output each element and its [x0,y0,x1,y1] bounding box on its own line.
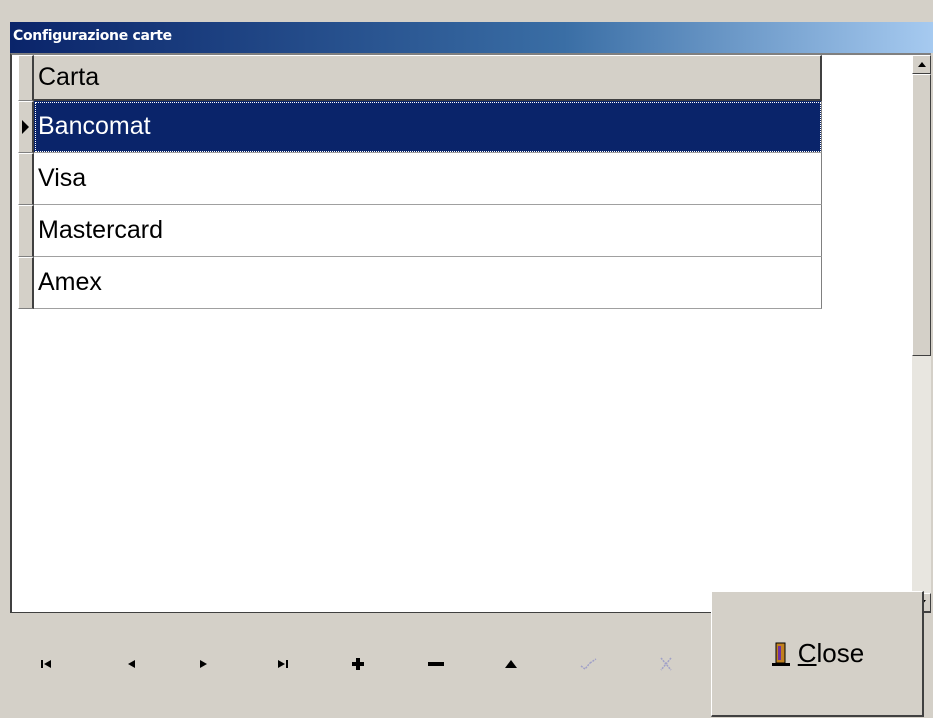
prior-record-button[interactable] [111,644,151,684]
vertical-scrollbar[interactable] [912,55,931,612]
db-navigator [10,614,710,718]
first-record-button[interactable] [27,644,67,684]
row-indicator[interactable] [18,257,34,309]
title-bar: Configurazione carte [10,22,933,53]
current-row-arrow-icon [22,120,29,134]
close-button[interactable]: Close [711,591,924,717]
table-cell[interactable]: Visa [34,153,822,205]
table-row[interactable]: Bancomat [18,101,822,153]
row-indicator[interactable] [18,101,34,153]
check-icon [580,658,597,670]
scroll-up-button[interactable] [912,55,931,74]
window-title: Configurazione carte [13,28,172,44]
close-button-label: Close [797,638,865,668]
delete-record-button[interactable] [416,644,456,684]
scroll-thumb[interactable] [912,74,931,356]
post-record-button[interactable] [569,644,609,684]
table-cell[interactable]: Mastercard [34,205,822,257]
column-header-carta[interactable]: Carta [34,55,822,101]
row-indicator[interactable] [18,205,34,257]
cancel-record-button[interactable] [646,644,686,684]
next-record-button[interactable] [184,644,224,684]
last-icon [278,660,288,668]
header-indicator [18,55,34,101]
grid-header-row: Carta [18,55,822,101]
cancel-x-icon [660,657,672,671]
scroll-up-icon [917,62,926,67]
table-cell[interactable]: Amex [34,257,822,309]
edit-record-button[interactable] [491,644,531,684]
table-cell[interactable]: Bancomat [34,101,822,153]
table-row[interactable]: Visa [18,153,822,205]
cards-grid[interactable]: Carta Bancomat Visa Mastercard Amex [10,53,931,613]
table-row[interactable]: Mastercard [18,205,822,257]
card-config-window: Configurazione carte Carta Bancomat Visa… [10,22,933,718]
row-indicator[interactable] [18,153,34,205]
grid-table: Carta Bancomat Visa Mastercard Amex [18,55,822,309]
prior-icon [128,660,135,668]
plus-icon [352,658,364,670]
table-row[interactable]: Amex [18,257,822,309]
minus-icon [428,662,444,666]
exit-door-icon [771,642,790,666]
up-triangle-icon [505,660,517,668]
last-record-button[interactable] [263,644,303,684]
next-icon [200,660,207,668]
first-icon [41,660,51,668]
insert-record-button[interactable] [338,644,378,684]
